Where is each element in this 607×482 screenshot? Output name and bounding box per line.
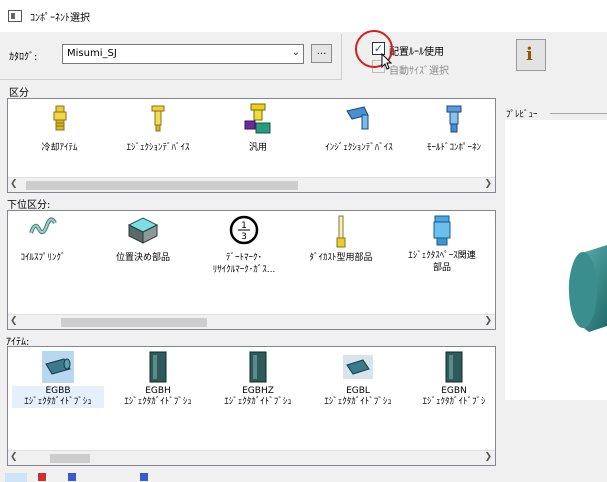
category-scrollbar[interactable]: ❮ ❯ — [8, 177, 495, 192]
svg-text:3: 3 — [241, 232, 247, 242]
item-desc: ｴｼﾞｪｸﾀｶﾞｲﾄﾞﾌﾞｼｭ — [324, 397, 392, 407]
category-label: ｲﾝｼﾞｪｸｼｮﾝﾃﾞﾊﾞｲｽ — [325, 143, 393, 153]
auto-size-label: 自動ｻｲｽﾞ選択 — [389, 66, 449, 77]
catalog-browse-button[interactable]: ... — [311, 44, 332, 63]
catalog-dropdown[interactable]: Misumi_SJ ⌄ — [62, 44, 304, 64]
subcategory-tile-locating[interactable]: 位置決め部品 — [102, 213, 184, 288]
item-desc: ｴｼﾞｪｸﾀｶﾞｲﾄﾞﾌﾞｼ — [422, 397, 486, 407]
sort-icon[interactable] — [140, 473, 148, 481]
item-tile-egbb[interactable]: EGBB ｴｼﾞｪｸﾀｶﾞｲﾄﾞﾌﾞｼｭ — [12, 349, 104, 411]
category-tile-cooling[interactable]: 冷却ｱｲﾃﾑ — [22, 101, 97, 171]
item-list[interactable]: EGBB ｴｼﾞｪｸﾀｶﾞｲﾄﾞﾌﾞｼｭ EGBH ｴｼﾞｪｸﾀｶﾞｲﾄﾞﾌﾞｼ… — [7, 346, 496, 466]
item-desc: ｴｼﾞｪｸﾀｶﾞｲﾄﾞﾌﾞｼｭ — [224, 397, 292, 407]
item-name: EGBB — [12, 386, 104, 397]
mouse-cursor-icon — [381, 53, 393, 70]
date-mark-icon: 1 3 — [229, 215, 259, 245]
locating-block-icon — [127, 217, 159, 244]
scroll-thumb[interactable] — [26, 181, 298, 190]
item-tile-egbhz[interactable]: EGBHZ ｴｼﾞｪｸﾀｶﾞｲﾄﾞﾌﾞｼｭ — [212, 349, 304, 411]
chevron-left-icon[interactable]: ❮ — [10, 179, 18, 189]
chevron-left-icon[interactable]: ❮ — [10, 452, 18, 462]
item-desc: ｴｼﾞｪｸﾀｶﾞｲﾄﾞﾌﾞｼｭ — [124, 397, 192, 407]
subcategory-label: ｺｲﾙｽﾌﾟﾘﾝｸﾞ — [20, 253, 66, 263]
category-list[interactable]: 冷却ｱｲﾃﾑ ｴｼﾞｪｸｼｮﾝﾃﾞﾊﾞｲｽ 汎用 ｲﾝｼﾞｪｸｼｮﾝﾃﾞﾊﾞｲｽ — [7, 98, 496, 193]
subcategory-list[interactable]: ｺｲﾙｽﾌﾟﾘﾝｸﾞ 位置決め部品 1 3 ﾃﾞｰﾄﾏｰｸ･ ﾘｻｲｸﾙﾏｰｸ･… — [7, 210, 496, 330]
placement-rule-label: 配置ﾙｰﾙ使用 — [389, 47, 444, 58]
subcategory-label: ﾀﾞｲｶｽﾄ型用部品 — [309, 253, 373, 263]
subcategory-label-line2: ﾘｻｲｸﾙﾏｰｸ･ｶﾞｽ... — [212, 265, 276, 275]
item-tile-egbl[interactable]: EGBL ｴｼﾞｪｸﾀｶﾞｲﾄﾞﾌﾞｼｭ — [312, 349, 404, 411]
preview-model-icon — [568, 245, 607, 332]
injection-device-icon — [346, 106, 369, 130]
general-parts-icon — [244, 103, 271, 134]
subcategory-tile-coil-spring[interactable]: ｺｲﾙｽﾌﾟﾘﾝｸﾞ — [10, 213, 76, 288]
category-tile-injection[interactable]: ｲﾝｼﾞｪｸｼｮﾝﾃﾞﾊﾞｲｽ — [308, 101, 410, 171]
chevron-left-icon[interactable]: ❮ — [10, 316, 18, 326]
delete-icon[interactable] — [38, 473, 46, 481]
die-cast-pin-icon — [336, 215, 346, 248]
chevron-right-icon[interactable]: ❯ — [484, 452, 492, 462]
item-tile-egbn[interactable]: EGBN ｴｼﾞｪｸﾀｶﾞｲﾄﾞﾌﾞｼ — [412, 349, 496, 411]
coil-spring-icon — [29, 217, 57, 235]
toolbar-divider — [341, 34, 342, 80]
bottom-toolbar — [0, 471, 500, 482]
toolbar-divider-h — [0, 79, 342, 80]
category-section-label: 区分 — [9, 88, 29, 99]
subcategory-label: ｴｼﾞｪｸﾀｽﾍﾟｰｽ関連 — [408, 251, 476, 261]
item-tile-egbh[interactable]: EGBH ｴｼﾞｪｸﾀｶﾞｲﾄﾞﾌﾞｼｭ — [112, 349, 204, 411]
catalog-value: Misumi_SJ — [67, 48, 117, 59]
info-icon: i — [526, 44, 533, 65]
subcategory-tile-ejector-space[interactable]: ｴｼﾞｪｸﾀｽﾍﾟｰｽ関連 部品 — [392, 213, 492, 288]
category-label: ﾓｰﾙﾄﾞｺﾝﾎﾟｰﾈﾝ — [426, 143, 481, 153]
chevron-right-icon[interactable]: ❯ — [484, 316, 492, 326]
preview-label: ﾌﾟﾚﾋﾞｭｰ — [506, 110, 538, 120]
guide-bush-icon — [149, 351, 167, 383]
preview-canvas[interactable] — [505, 120, 607, 400]
subcategory-tile-date-mark[interactable]: 1 3 ﾃﾞｰﾄﾏｰｸ･ ﾘｻｲｸﾙﾏｰｸ･ｶﾞｽ... — [194, 213, 294, 288]
category-tile-general[interactable]: 汎用 — [222, 101, 294, 171]
chevron-down-icon: ⌄ — [291, 47, 300, 58]
mold-component-icon — [446, 105, 462, 133]
item-name: EGBHZ — [242, 386, 274, 396]
info-button[interactable]: i — [516, 39, 546, 71]
item-desc: ｴｼﾞｪｸﾀｶﾞｲﾄﾞﾌﾞｼｭ — [12, 397, 104, 408]
subcategory-tile-die-cast[interactable]: ﾀﾞｲｶｽﾄ型用部品 — [296, 213, 386, 288]
subcategory-label: 位置決め部品 — [115, 253, 170, 263]
catalog-label: ｶﾀﾛｸﾞ: — [9, 52, 38, 63]
guide-bush-icon — [249, 351, 267, 383]
category-tile-mold[interactable]: ﾓｰﾙﾄﾞｺﾝﾎﾟｰﾈﾝ — [413, 101, 495, 171]
category-label: 冷却ｱｲﾃﾑ — [41, 143, 78, 153]
subcategory-label-line2: 部品 — [432, 263, 451, 273]
item-name: EGBL — [346, 386, 370, 396]
ejector-space-part-icon — [433, 215, 451, 246]
subcategory-label: ﾃﾞｰﾄﾏｰｸ･ — [225, 253, 262, 263]
window-title: ｺﾝﾎﾟｰﾈﾝﾄ選択 — [30, 13, 90, 24]
category-label: ｴｼﾞｪｸｼｮﾝﾃﾞﾊﾞｲｽ — [126, 143, 190, 153]
category-tile-ejector[interactable]: ｴｼﾞｪｸｼｮﾝﾃﾞﾊﾞｲｽ — [112, 101, 204, 171]
title-bar: ｺﾝﾎﾟｰﾈﾝﾄ選択 — [0, 0, 607, 32]
item-name: EGBH — [145, 386, 171, 396]
scroll-thumb[interactable] — [61, 318, 207, 327]
category-label: 汎用 — [248, 143, 267, 153]
window-icon — [8, 10, 22, 22]
scroll-thumb[interactable] — [50, 454, 90, 463]
preview-divider — [550, 113, 607, 114]
guide-bush-icon — [445, 351, 463, 383]
filter-icon[interactable] — [68, 473, 76, 481]
guide-bush-icon — [45, 358, 71, 375]
item-scrollbar[interactable]: ❮ ❯ — [8, 450, 495, 465]
ejector-pin-icon — [151, 105, 165, 132]
item-name: EGBN — [441, 386, 467, 396]
guide-bush-icon — [343, 355, 373, 379]
chevron-right-icon[interactable]: ❯ — [484, 179, 492, 189]
subcategory-scrollbar[interactable]: ❮ ❯ — [8, 314, 495, 329]
cooling-fitting-icon — [53, 105, 66, 131]
subcategory-section-label: 下位区分: — [7, 200, 51, 211]
